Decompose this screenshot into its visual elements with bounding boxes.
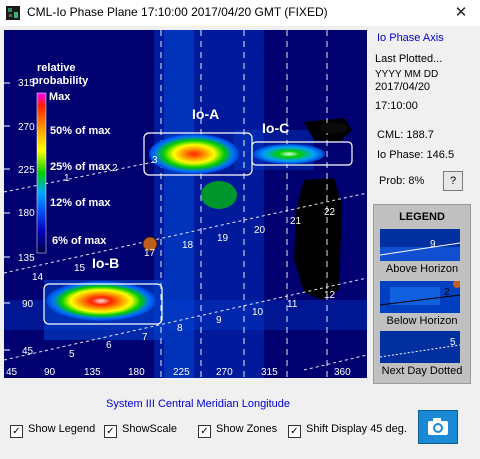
legend-next-day-label: Next Day Dotted [381, 365, 463, 377]
track-label: 11 [287, 299, 298, 310]
track-label: 10 [252, 307, 264, 318]
track-label: 8 [177, 323, 183, 334]
checkbox-box[interactable]: ✓ [198, 425, 211, 438]
track-label: 5 [69, 349, 75, 360]
probability-scale-bar [36, 92, 47, 254]
shift-display-checkbox[interactable]: ✓ Shift Display 45 deg. [288, 423, 407, 439]
show-legend-checkbox[interactable]: ✓ Show Legend [10, 423, 95, 439]
show-scale-checkbox[interactable]: ✓ ShowScale [104, 423, 177, 439]
legend-below-num: 2 [444, 287, 450, 298]
track-label: 21 [290, 216, 302, 227]
y-tick: 180 [18, 208, 35, 219]
camera-icon [428, 418, 448, 435]
last-plotted-label: Last Plotted... [375, 53, 443, 65]
x-tick: 90 [44, 367, 56, 378]
checkbox-label: Show Zones [216, 423, 278, 435]
io-phase-value: Io Phase: 146.5 [377, 149, 455, 161]
cml-value: CML: 188.7 [377, 129, 434, 141]
track-label: 1 [64, 173, 70, 184]
legend-below-swatch: 2 [380, 281, 460, 313]
probability-value: Prob: 8% [379, 175, 425, 187]
y-tick: 90 [22, 299, 34, 310]
snapshot-button[interactable] [418, 410, 458, 444]
show-zones-checkbox[interactable]: ✓ Show Zones [198, 423, 277, 439]
y-tick: 135 [18, 253, 35, 264]
phase-plane-plot[interactable]: 315 270 225 180 135 90 45 45 90 135 180 … [4, 30, 367, 378]
scale-label-max: Max [49, 91, 71, 103]
x-tick: 270 [216, 367, 233, 378]
scale-label-50: 50% of max [50, 125, 111, 137]
track-label: 17 [144, 248, 156, 259]
io-phase-axis-label: Io Phase Axis [377, 32, 444, 44]
track-label: 20 [254, 225, 266, 236]
probability-help-button[interactable]: ? [443, 171, 463, 191]
x-tick: 225 [173, 367, 190, 378]
x-tick: 45 [6, 367, 18, 378]
x-tick: 135 [84, 367, 101, 378]
plot-canvas: 315 270 225 180 135 90 45 45 90 135 180 … [4, 30, 367, 378]
io-a-blob [149, 134, 239, 174]
legend-above-label: Above Horizon [385, 263, 459, 275]
track-label: 22 [324, 207, 336, 218]
legend-below-label: Below Horizon [386, 315, 458, 327]
window-title: CML-Io Phase Plane 17:10:00 2017/04/20 G… [27, 5, 328, 19]
io-b-blob [46, 281, 156, 321]
zone-label-io-a: Io-A [192, 106, 219, 122]
x-axis-title: System III Central Meridian Longitude [106, 398, 291, 410]
plotted-time: 17:10:00 [375, 100, 418, 112]
legend-box: LEGEND 9 Above Horizon 2 Below Horizon 5… [373, 204, 471, 384]
legend-above-swatch: 9 [380, 229, 460, 261]
scale-label-25: 25% of max [50, 161, 111, 173]
x-tick: 315 [261, 367, 278, 378]
zone-label-io-c: Io-C [262, 120, 289, 136]
legend-next-day-num: 5 [450, 337, 456, 348]
legend-above-num: 9 [430, 239, 436, 250]
y-tick: 45 [22, 346, 34, 357]
track-label: 18 [182, 240, 194, 251]
date-format-label: YYYY MM DD [375, 69, 439, 80]
title-bar: CML-Io Phase Plane 17:10:00 2017/04/20 G… [0, 0, 480, 26]
checkbox-box[interactable]: ✓ [288, 425, 301, 438]
track-label: 9 [216, 315, 222, 326]
track-label: 7 [142, 332, 148, 343]
track-label: 3 [152, 155, 158, 166]
track-label: 15 [74, 263, 86, 274]
checkbox-label: ShowScale [122, 423, 178, 435]
checkbox-label: Show Legend [28, 423, 96, 435]
scale-title: probability [32, 75, 89, 87]
track-label: 2 [112, 163, 118, 174]
checkbox-box[interactable]: ✓ [104, 425, 117, 438]
zone-label-io-b: Io-B [92, 255, 119, 271]
track-label: 19 [217, 233, 229, 244]
legend-next-day-swatch: 5 [380, 331, 460, 363]
track-label: 6 [106, 340, 112, 351]
x-tick: 180 [128, 367, 145, 378]
io-c-blob [253, 144, 325, 164]
scale-label-6: 6% of max [52, 235, 107, 247]
y-tick: 270 [18, 122, 35, 133]
checkbox-label: Shift Display 45 deg. [306, 423, 407, 435]
track-label: 14 [32, 272, 44, 283]
scale-title: relative [37, 62, 76, 74]
x-tick: 360 [334, 367, 351, 378]
close-icon[interactable]: ✕ [442, 0, 480, 26]
plotted-date: 2017/04/20 [375, 81, 431, 93]
track-label: 12 [324, 290, 336, 301]
checkbox-box[interactable]: ✓ [10, 425, 23, 438]
scale-label-12: 12% of max [50, 197, 111, 209]
y-tick: 225 [18, 165, 35, 176]
app-icon [6, 6, 20, 20]
legend-title: LEGEND [399, 211, 445, 223]
